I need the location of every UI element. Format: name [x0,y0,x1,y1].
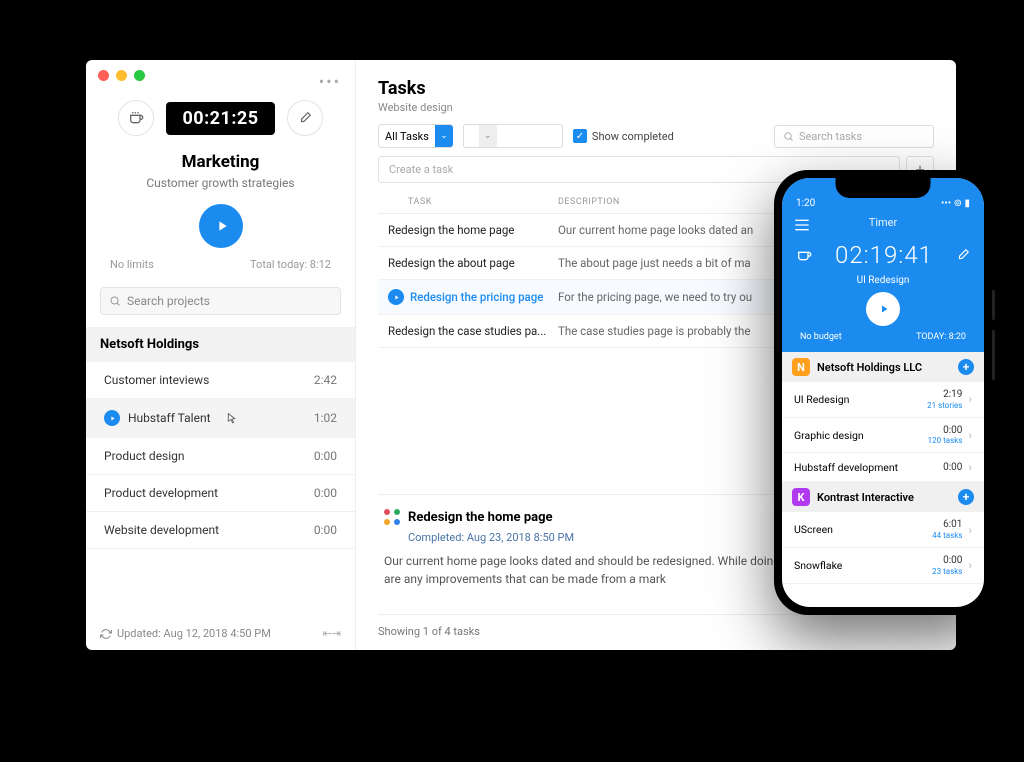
phone-play-button[interactable] [866,292,900,326]
collapse-icon[interactable]: ⇤⇥ [323,627,341,640]
break-button[interactable] [118,100,154,136]
phone-project-row[interactable]: UScreen6:0144 tasks› [782,512,984,548]
phone-project: UI Redesign [782,275,984,292]
edit-button[interactable] [287,100,323,136]
org-badge: N [792,358,810,376]
search-tasks-input[interactable]: Search tasks [774,125,934,148]
signal-icon: ••• ⊚ ▮ [941,198,970,209]
breadcrumb: Website design [378,101,934,114]
coffee-icon [128,110,144,126]
project-title: Marketing [86,152,355,172]
org-header[interactable]: Netsoft Holdings [86,327,355,362]
search-icon [783,131,794,142]
project-subtitle: Customer growth strategies [86,176,355,190]
phone-project-row[interactable]: Hubstaff development0:00› [782,453,984,482]
phone-project-row[interactable]: Snowflake0:0023 tasks› [782,548,984,584]
sidebar-item-project[interactable]: Product design0:00 [86,438,355,475]
checkbox-checked-icon: ✓ [573,129,587,143]
chevron-right-icon: › [968,558,972,572]
coffee-icon[interactable] [796,247,812,263]
play-icon [388,289,404,305]
timer-display: 00:21:25 [166,102,274,135]
screen-title: Timer [782,216,984,229]
task-count: Showing 1 of 4 tasks [378,614,934,638]
no-limits-label: No limits [110,258,154,271]
search-projects-input[interactable]: Search projects [100,287,341,315]
phone-project-row[interactable]: Graphic design0:00120 tasks› [782,418,984,454]
org-badge: K [792,488,810,506]
chevron-right-icon: › [968,428,972,442]
add-icon[interactable]: + [958,489,974,505]
edit-icon[interactable] [956,248,970,262]
chevron-right-icon: › [968,523,972,537]
sidebar-item-project[interactable]: Product development0:00 [86,475,355,512]
org-header[interactable]: NNetsoft Holdings LLC+ [782,352,984,382]
phone-mockup: 1:20 ••• ⊚ ▮ Timer 02:19:41 UI Redesign … [774,170,992,615]
refresh-icon[interactable] [100,628,112,640]
page-title: Tasks [378,78,934,99]
show-completed-checkbox[interactable]: ✓ Show completed [573,129,674,143]
search-icon [109,295,121,307]
add-icon[interactable]: + [958,359,974,375]
secondary-select[interactable]: ⌄ [463,124,563,148]
more-icon[interactable]: ••• [319,72,341,91]
integration-icon [384,509,400,525]
today-label: TODAY: 8:20 [916,332,966,342]
phone-project-row[interactable]: UI Redesign2:1921 stories› [782,382,984,418]
edit-icon [298,111,312,125]
play-button[interactable] [199,204,243,248]
filter-select[interactable]: All Tasks⌄ [378,124,453,148]
chevron-down-icon: ⌄ [435,125,453,147]
sidebar-item-project[interactable]: Hubstaff Talent1:02 [86,399,355,438]
chevron-right-icon: › [968,392,972,406]
budget-label: No budget [800,332,842,342]
play-icon [104,410,120,426]
updated-label: Updated: Aug 12, 2018 4:50 PM [117,627,271,640]
total-today-label: Total today: 8:12 [250,258,331,271]
chevron-down-icon: ⌄ [479,125,497,147]
chevron-right-icon: › [968,460,972,474]
phone-timer: 02:19:41 [835,241,933,269]
sidebar-item-project[interactable]: Website development0:00 [86,512,355,549]
detail-title: Redesign the home page [408,510,553,525]
sidebar-item-project[interactable]: Customer inteviews2:42 [86,362,355,399]
cursor-icon [225,412,238,425]
sidebar: ••• 00:21:25 Marketing Customer growth s… [86,60,356,650]
org-header[interactable]: KKontrast Interactive+ [782,482,984,512]
